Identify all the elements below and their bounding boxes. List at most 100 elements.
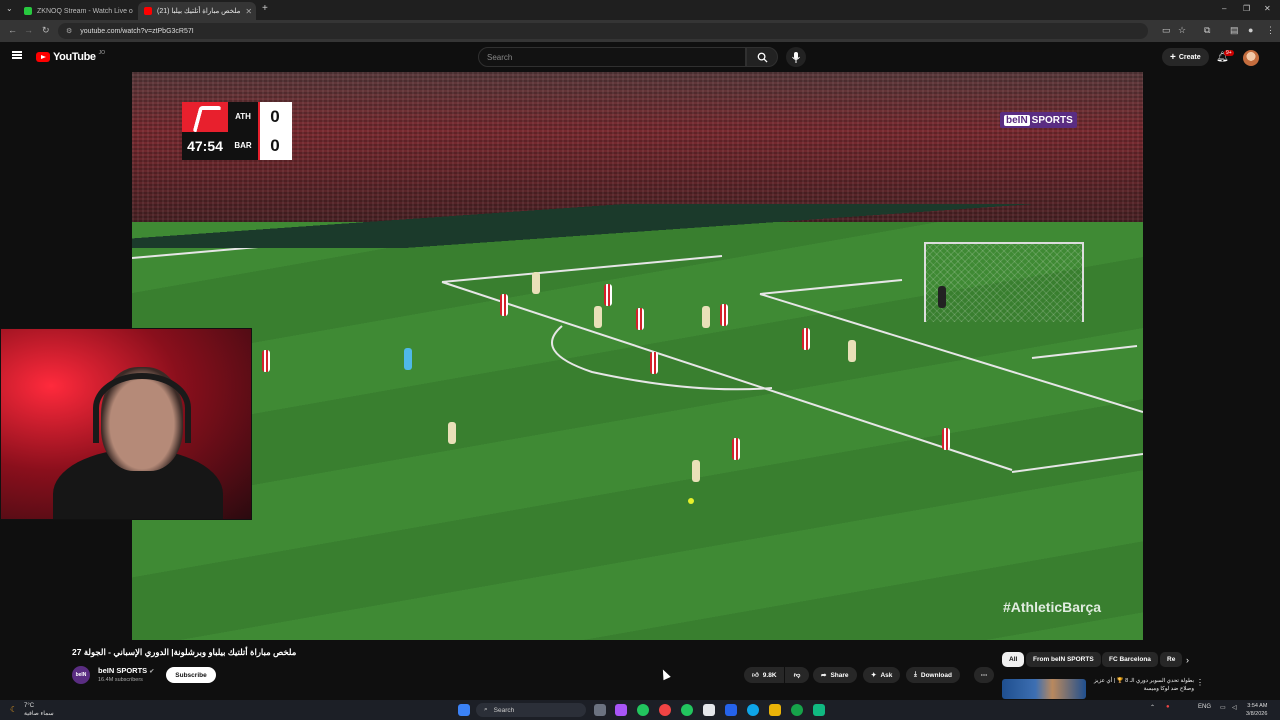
- cast-icon[interactable]: ▭: [1162, 25, 1171, 36]
- browser-menu-icon[interactable]: ⋮: [1266, 25, 1275, 36]
- chip-all[interactable]: All: [1002, 652, 1025, 667]
- search-placeholder: Search: [487, 52, 513, 62]
- player-barcelona: [848, 340, 856, 362]
- plus-icon: +: [1170, 51, 1176, 63]
- more-actions-button[interactable]: ⋯: [974, 667, 994, 683]
- chip-fc-barcelona[interactable]: FC Barcelona: [1102, 652, 1158, 667]
- close-tab-icon[interactable]: ✕: [245, 7, 252, 16]
- calendar-icon[interactable]: [703, 704, 715, 716]
- chrome-profile-2-icon[interactable]: [681, 704, 693, 716]
- football: [688, 498, 694, 504]
- forward-icon[interactable]: →: [24, 25, 33, 35]
- language-indicator[interactable]: ENG: [1198, 704, 1211, 710]
- bookmark-star-icon[interactable]: ☆: [1178, 25, 1186, 36]
- share-button[interactable]: ➦ Share: [813, 667, 857, 683]
- account-avatar[interactable]: [1243, 50, 1259, 66]
- address-bar-row: ← → ↻ ⚙ youtube.com/watch?v=ztPbG3cR57I …: [0, 20, 1280, 42]
- maximize-icon[interactable]: ❐: [1243, 4, 1250, 13]
- browser-tab-zknoq[interactable]: ZKNOQ Stream - Watch Live o ✕: [18, 2, 136, 20]
- clock-time: 3:54 AM: [1247, 703, 1268, 709]
- sports-word: SPORTS: [1031, 114, 1073, 126]
- reload-icon[interactable]: ↻: [42, 25, 50, 36]
- network-icon[interactable]: ▭: [1220, 704, 1226, 711]
- team-scores: 0 0: [258, 102, 292, 160]
- windows-taskbar: 7°C سماء صافية ☾ ⌕ Search ⌃ ● ENG ▭ ◁ 3:…: [0, 700, 1280, 720]
- thumbs-down-icon: 👎︎: [793, 672, 801, 679]
- file-explorer-icon[interactable]: [769, 704, 781, 716]
- guide-menu-icon[interactable]: [12, 51, 22, 59]
- weather-moon-icon: ☾: [10, 705, 18, 714]
- scoreboard: 47:54 ATH BAR 0 0: [182, 102, 292, 160]
- video-title: ملخص مباراة أتلتيك بيلباو وبرشلونة| الدو…: [72, 647, 297, 657]
- headset-icon: [93, 373, 191, 443]
- player-athletic: [262, 350, 270, 372]
- chip-truncated[interactable]: Re: [1160, 652, 1182, 667]
- search-button[interactable]: [746, 47, 778, 67]
- tab-title: (21) ملخص مباراة أتلتيك بيلبا: [157, 8, 241, 15]
- site-info-icon[interactable]: ⚙: [66, 27, 72, 35]
- back-icon[interactable]: ←: [8, 25, 17, 35]
- dislike-button[interactable]: 👎︎: [785, 667, 809, 683]
- chrome-active-icon[interactable]: [791, 704, 803, 716]
- sidebar-icon[interactable]: ▤: [1230, 25, 1239, 36]
- like-button[interactable]: 👍︎ 9.8K: [744, 667, 784, 683]
- minimize-icon[interactable]: –: [1222, 4, 1226, 13]
- tab-search-icon[interactable]: ⌄: [6, 4, 13, 13]
- away-team-code: BAR: [234, 141, 252, 150]
- chrome-profile-icon[interactable]: [659, 704, 671, 716]
- weather-temperature: 7°C: [24, 703, 35, 709]
- profile-icon[interactable]: ●: [1248, 25, 1253, 35]
- edge-icon[interactable]: [747, 704, 759, 716]
- player-athletic: [802, 328, 810, 350]
- tray-app-icon[interactable]: ●: [1166, 704, 1170, 710]
- subscribe-button[interactable]: Subscribe: [166, 667, 216, 683]
- copilot-icon[interactable]: [725, 704, 737, 716]
- close-window-icon[interactable]: ✕: [1264, 4, 1271, 13]
- download-button[interactable]: ⤓ Download: [906, 667, 960, 683]
- windows-start-icon[interactable]: [458, 704, 470, 716]
- volume-icon[interactable]: ◁: [1232, 704, 1237, 711]
- youtube-logo[interactable]: YouTube JO: [36, 50, 106, 63]
- task-view-icon[interactable]: [594, 704, 606, 716]
- recommended-video-title[interactable]: بطولة تحدي السوبر دوري الـ 8 🏆 | أي عزيز…: [1090, 677, 1194, 693]
- voice-search-button[interactable]: [786, 47, 806, 67]
- region-code: JO: [98, 50, 106, 56]
- laliga-logo-icon: [182, 102, 228, 132]
- player-barcelona: [594, 306, 602, 328]
- channel-avatar[interactable]: beIN: [72, 666, 90, 684]
- player-athletic: [500, 294, 508, 316]
- home-score: 0: [270, 106, 280, 126]
- search-icon: [757, 52, 768, 63]
- scoreboard-divider: [258, 102, 260, 160]
- recommended-video-thumbnail[interactable]: [1002, 679, 1086, 699]
- tray-overflow-icon[interactable]: ⌃: [1150, 704, 1155, 711]
- video-player[interactable]: 47:54 ATH BAR 0 0 beIN SPORTS #AthleticB…: [132, 72, 1143, 640]
- zknoq-favicon-icon: [24, 7, 32, 15]
- chips-next-chevron-icon[interactable]: ›: [1186, 655, 1189, 665]
- system-clock[interactable]: 3:54 AM 3/8/2026: [1246, 702, 1267, 718]
- taskbar-search[interactable]: ⌕ Search: [476, 703, 586, 717]
- channel-name[interactable]: beIN SPORTS ✔: [98, 666, 154, 675]
- extensions-icon[interactable]: ⧉: [1204, 25, 1210, 36]
- search-input[interactable]: Search: [478, 47, 746, 67]
- tab-title: ZKNOQ Stream - Watch Live o: [37, 7, 133, 15]
- player-barcelona: [702, 306, 710, 328]
- youtube-header: YouTube JO Search + Create 🔔︎ 9+: [0, 42, 1280, 72]
- streaming-app-icon[interactable]: [813, 704, 825, 716]
- recommended-menu-icon[interactable]: ⋮: [1196, 678, 1204, 687]
- player-athletic: [942, 428, 950, 450]
- ask-button[interactable]: ✦ Ask: [863, 667, 901, 683]
- browser-tab-youtube[interactable]: (21) ملخص مباراة أتلتيك بيلبا ✕: [138, 2, 256, 20]
- chip-from-bein-sports[interactable]: From beIN SPORTS: [1026, 652, 1101, 667]
- app-icon[interactable]: [615, 704, 627, 716]
- away-score: 0: [270, 135, 280, 155]
- thumbs-up-icon: 👍︎: [752, 672, 759, 679]
- clock-date: 3/8/2026: [1246, 711, 1268, 717]
- mouse-cursor-icon: [659, 667, 671, 681]
- url-field[interactable]: ⚙ youtube.com/watch?v=ztPbG3cR57I: [58, 23, 1148, 39]
- chrome-icon[interactable]: [637, 704, 649, 716]
- subscriber-count: 16.4M subscribers: [98, 677, 143, 683]
- create-button[interactable]: + Create: [1162, 48, 1209, 66]
- share-arrow-icon: ➦: [821, 672, 827, 679]
- new-tab-icon[interactable]: +: [262, 3, 268, 14]
